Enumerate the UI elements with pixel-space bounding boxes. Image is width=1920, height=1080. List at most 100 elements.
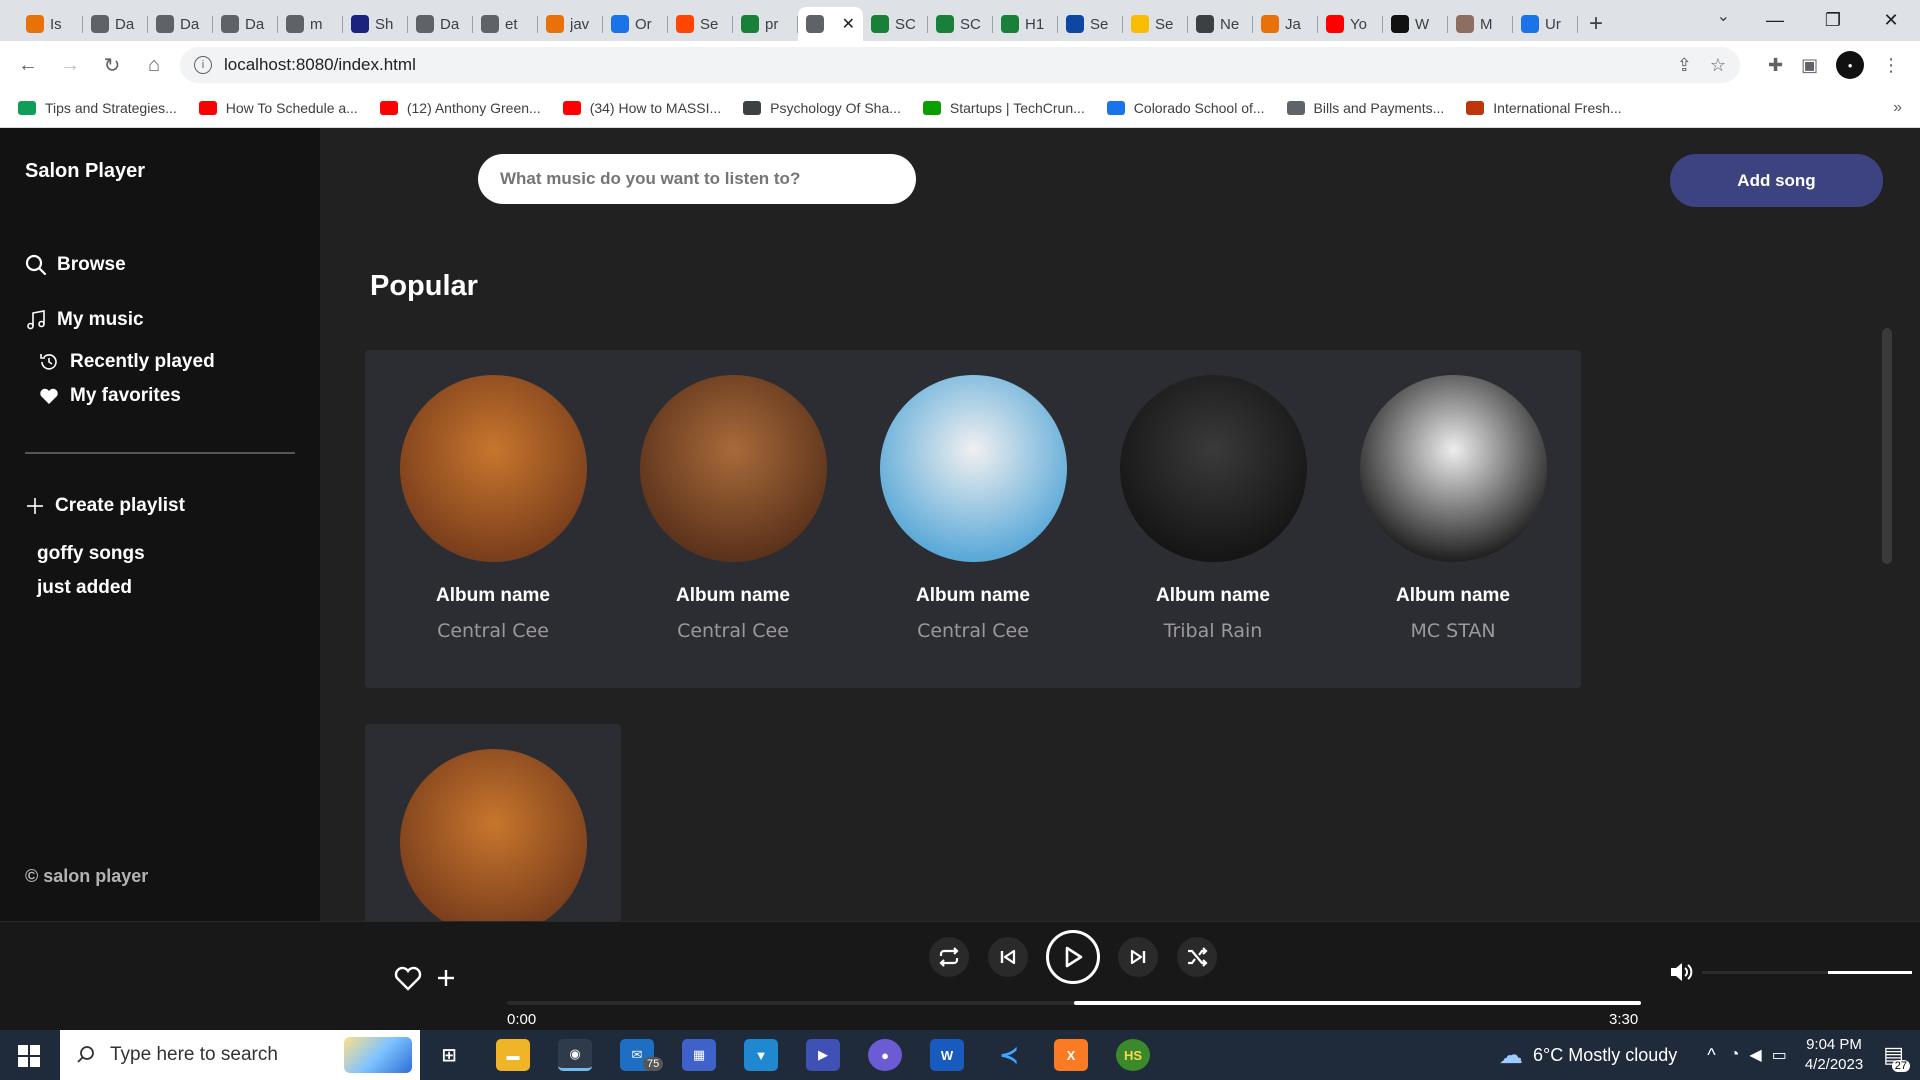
battery-icon[interactable]: ▭ [1772, 1045, 1787, 1065]
bookmark-item[interactable]: How To Schedule a... [198, 100, 358, 116]
xampp-icon[interactable]: X [1054, 1039, 1088, 1071]
browser-tab[interactable]: m [278, 7, 343, 41]
profile-avatar[interactable]: ● [1836, 51, 1865, 79]
browser-tab[interactable]: SC [928, 7, 993, 41]
browser-tab[interactable]: Ur [1513, 7, 1578, 41]
nav-my-favorites[interactable]: My favorites [38, 385, 181, 407]
heart-outline-icon[interactable] [393, 964, 423, 992]
next-button[interactable] [1118, 937, 1158, 977]
album-card[interactable]: Album name MC STAN [1325, 350, 1581, 688]
add-to-playlist-icon[interactable] [435, 967, 457, 989]
speaker-icon[interactable]: ◀ [1749, 1045, 1761, 1065]
site-info-icon[interactable]: i [194, 56, 212, 74]
album-card[interactable]: Album name Tribal Rain [1085, 350, 1341, 688]
bookmark-item[interactable]: Colorado School of... [1106, 100, 1265, 116]
playlist-item[interactable]: goffy songs [37, 543, 145, 565]
close-window-icon[interactable]: ✕ [1862, 0, 1920, 41]
installer-icon[interactable]: ▼ [744, 1039, 778, 1071]
messenger-icon[interactable]: ● [868, 1039, 902, 1071]
bookmark-item[interactable]: Bills and Payments... [1286, 100, 1444, 116]
album-card[interactable] [365, 724, 621, 921]
store-icon[interactable]: ▦ [682, 1039, 716, 1071]
clock[interactable]: 9:04 PM 4/2/2023 [1805, 1035, 1863, 1075]
search-input[interactable] [478, 154, 916, 204]
url-text[interactable]: localhost:8080/index.html [224, 55, 416, 75]
word-icon[interactable]: W [930, 1039, 964, 1071]
tab-search-icon[interactable]: ⌄ [1717, 6, 1730, 26]
album-card[interactable]: Album name Central Cee [365, 350, 621, 688]
browser-tab[interactable]: Da [148, 7, 213, 41]
browser-tab[interactable]: Is [18, 7, 83, 41]
browser-tab[interactable]: Yo [1318, 7, 1383, 41]
browser-tab[interactable]: Da [83, 7, 148, 41]
bookmark-item[interactable]: (12) Anthony Green... [379, 100, 541, 116]
network-icon[interactable]: ◔ [1730, 1046, 1740, 1064]
windows-start-icon[interactable] [18, 1045, 40, 1067]
browser-tab[interactable]: ✕ [798, 7, 863, 41]
bookmark-item[interactable]: Tips and Strategies... [18, 100, 177, 116]
progress-bar[interactable] [507, 1001, 1641, 1005]
browser-tab[interactable]: pr [733, 7, 798, 41]
back-icon[interactable]: ← [12, 49, 44, 81]
hs-app-icon[interactable]: HS [1116, 1039, 1150, 1071]
task-view-icon[interactable]: ⊞ [432, 1039, 466, 1071]
vscode-icon[interactable]: ≺ [992, 1039, 1026, 1071]
shuffle-button[interactable] [1177, 937, 1217, 977]
show-hidden-icons[interactable]: ^ [1707, 1045, 1715, 1066]
browser-tab[interactable]: Se [668, 7, 733, 41]
browser-tab[interactable]: Or [603, 7, 668, 41]
bookmark-star-icon[interactable]: ☆ [1710, 55, 1726, 76]
close-tab-icon[interactable]: ✕ [842, 14, 855, 34]
notifications-icon[interactable]: ▤ 27 [1883, 1042, 1910, 1072]
weather-text[interactable]: 6°C Mostly cloudy [1533, 1045, 1677, 1066]
create-playlist-button[interactable]: Create playlist [25, 495, 185, 517]
share-icon[interactable]: ⇪ [1677, 55, 1692, 76]
bookmark-item[interactable]: Psychology Of Sha... [743, 100, 901, 116]
play-button[interactable] [1046, 930, 1100, 984]
file-explorer-icon[interactable]: ▬ [496, 1039, 530, 1071]
add-song-button[interactable]: Add song [1670, 154, 1883, 207]
browser-tab[interactable]: Se [1123, 7, 1188, 41]
nav-browse[interactable]: Browse [25, 254, 126, 276]
browser-tab[interactable]: SC [863, 7, 928, 41]
browser-tab[interactable]: Sh [343, 7, 408, 41]
browser-tab[interactable]: H1 [993, 7, 1058, 41]
bookmark-item[interactable]: International Fresh... [1466, 100, 1622, 116]
browser-tab[interactable]: Se [1058, 7, 1123, 41]
home-icon[interactable]: ⌂ [138, 49, 170, 81]
reload-icon[interactable]: ↻ [96, 49, 128, 81]
address-bar[interactable]: i localhost:8080/index.html ⇪ ☆ [180, 47, 1740, 83]
more-bookmarks-icon[interactable]: » [1893, 99, 1902, 117]
nav-recently-played[interactable]: Recently played [38, 351, 215, 373]
forward-icon[interactable]: → [54, 49, 86, 81]
menu-icon[interactable]: ⋮ [1882, 55, 1900, 76]
browser-tab[interactable]: Da [408, 7, 473, 41]
bookmark-item[interactable]: Startups | TechCrun... [922, 100, 1085, 116]
extensions-icon[interactable]: ✚ [1768, 55, 1783, 76]
browser-tab[interactable]: Ja [1253, 7, 1318, 41]
bookmark-item[interactable]: (34) How to MASSI... [562, 100, 721, 116]
side-panel-icon[interactable]: ▣ [1801, 55, 1818, 76]
weather-icon[interactable]: ☁ [1499, 1041, 1523, 1070]
album-card[interactable]: Album name Central Cee [845, 350, 1101, 688]
chrome-icon[interactable]: ◉ [558, 1039, 592, 1071]
scrollbar-thumb[interactable] [1882, 328, 1892, 564]
power-automate-icon[interactable]: ▶ [806, 1039, 840, 1071]
new-tab-button[interactable]: + [1578, 7, 1614, 41]
browser-tab[interactable]: M [1448, 7, 1513, 41]
browser-tab[interactable]: W [1383, 7, 1448, 41]
taskbar-search[interactable]: Type here to search [60, 1030, 420, 1080]
browser-tab[interactable]: jav [538, 7, 603, 41]
nav-my-music[interactable]: My music [25, 309, 144, 331]
restore-icon[interactable]: ❐ [1804, 0, 1862, 41]
browser-tab[interactable]: Da [213, 7, 278, 41]
previous-button[interactable] [988, 937, 1028, 977]
browser-tab[interactable]: Ne [1188, 7, 1253, 41]
minimize-icon[interactable]: — [1746, 0, 1804, 41]
repeat-button[interactable] [929, 937, 969, 977]
browser-tab[interactable]: et [473, 7, 538, 41]
volume-icon[interactable] [1668, 960, 1694, 984]
album-card[interactable]: Album name Central Cee [605, 350, 861, 688]
playlist-item[interactable]: just added [37, 577, 132, 599]
volume-slider[interactable] [1702, 971, 1912, 974]
